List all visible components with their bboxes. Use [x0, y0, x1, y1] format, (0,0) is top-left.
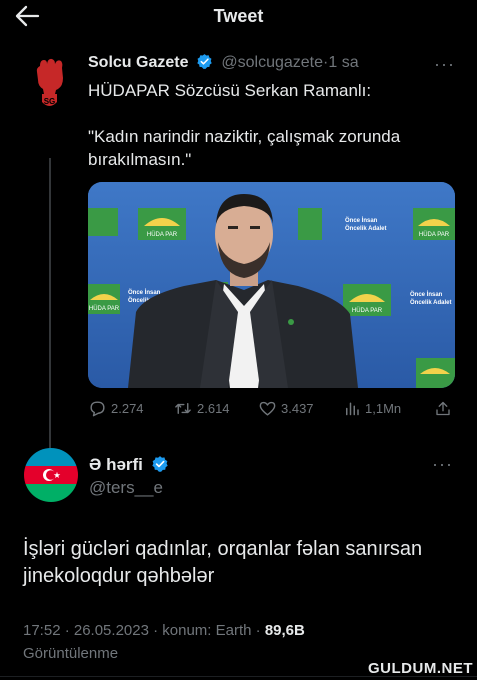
reply-author-name[interactable]: Ə hərfi	[89, 455, 143, 474]
avatar[interactable]: SG	[30, 56, 70, 112]
tweet-media-photo[interactable]: HÜDA PAR HÜDA PAR HÜDA PAR HÜDA PAR Önce…	[88, 182, 455, 388]
reply-count: 2.274	[111, 401, 144, 416]
author-name[interactable]: Solcu Gazete	[88, 54, 188, 71]
reply-text: İşləri gücləri qadınlar, orqanlar fəlan …	[23, 538, 423, 587]
share-icon	[436, 401, 450, 416]
like-button[interactable]: 3.437	[258, 399, 314, 418]
logo-text: HÜDA PAR	[89, 305, 120, 312]
slogan-line: Öncelik Adalet	[410, 299, 451, 306]
reply-button[interactable]: 2.274	[88, 399, 144, 418]
watermark: GULDUM.NET	[368, 660, 473, 677]
logo-text: HÜDA PAR	[147, 231, 178, 238]
tweet-text: HÜDAPAR Sözcüsü Serkan Ramanlı: "Kadın n…	[88, 81, 401, 169]
verified-badge-icon	[197, 54, 212, 69]
share-button[interactable]	[434, 399, 452, 418]
avatar-monogram: SG	[44, 97, 56, 106]
divider	[0, 676, 477, 677]
azerbaijan-flag-icon	[24, 448, 78, 502]
more-options-icon[interactable]: ···	[434, 54, 455, 75]
views-count: 1,1Mn	[365, 401, 402, 416]
tweet-metadata: 17:52 · 26.05.2023 · konum: Earth · 89,6…	[23, 622, 305, 639]
reply-views-count: 89,6B	[264, 622, 305, 639]
party-logo: HÜDA PAR	[88, 284, 120, 314]
slogan-line: Önce İnsan	[410, 291, 443, 298]
page-title: Tweet	[213, 6, 264, 26]
raised-fist-icon: SG	[36, 58, 63, 106]
analytics-icon	[346, 402, 359, 416]
like-count: 3.437	[281, 401, 314, 416]
party-logo	[416, 358, 455, 388]
views-label: Görüntülenme	[23, 645, 119, 662]
avatar[interactable]	[24, 448, 78, 502]
retweet-icon	[175, 403, 191, 414]
retweet-button[interactable]: 2.614	[173, 399, 230, 418]
verified-badge-icon	[151, 456, 168, 472]
reply-author-row: Ə hərfi	[89, 455, 169, 475]
views-button[interactable]: 1,1Mn	[343, 399, 401, 418]
slogan-line: Öncelik Adalet	[345, 225, 386, 232]
thread-connector	[49, 158, 51, 484]
photo-content: HÜDA PAR HÜDA PAR HÜDA PAR HÜDA PAR Önce…	[88, 182, 455, 388]
more-options-icon[interactable]: ···	[432, 454, 453, 475]
reply-author-handle[interactable]: @ters__e	[89, 478, 163, 498]
tweet-time[interactable]: 1 sa	[328, 54, 358, 71]
heart-icon	[259, 401, 276, 416]
party-logo: HÜDA PAR	[343, 284, 391, 316]
slogan-line: Önce İnsan	[128, 289, 161, 296]
top-bar: Tweet	[0, 0, 477, 38]
party-logo: HÜDA PAR	[413, 208, 455, 240]
reply-icon	[90, 401, 105, 417]
tweet-actions: 2.274 2.614 3.437 1,1Mn	[88, 399, 458, 423]
logo-text: HÜDA PAR	[419, 231, 450, 238]
slogan-line: Önce İnsan	[345, 217, 378, 224]
author-handle[interactable]: @solcugazete	[221, 54, 323, 71]
tweet-header: Solcu Gazete @solcugazete·1 sa	[88, 53, 359, 72]
logo-text: HÜDA PAR	[352, 307, 383, 314]
timestamp-location[interactable]: 17:52 · 26.05.2023 · konum: Earth ·	[23, 622, 265, 639]
retweet-count: 2.614	[197, 401, 230, 416]
